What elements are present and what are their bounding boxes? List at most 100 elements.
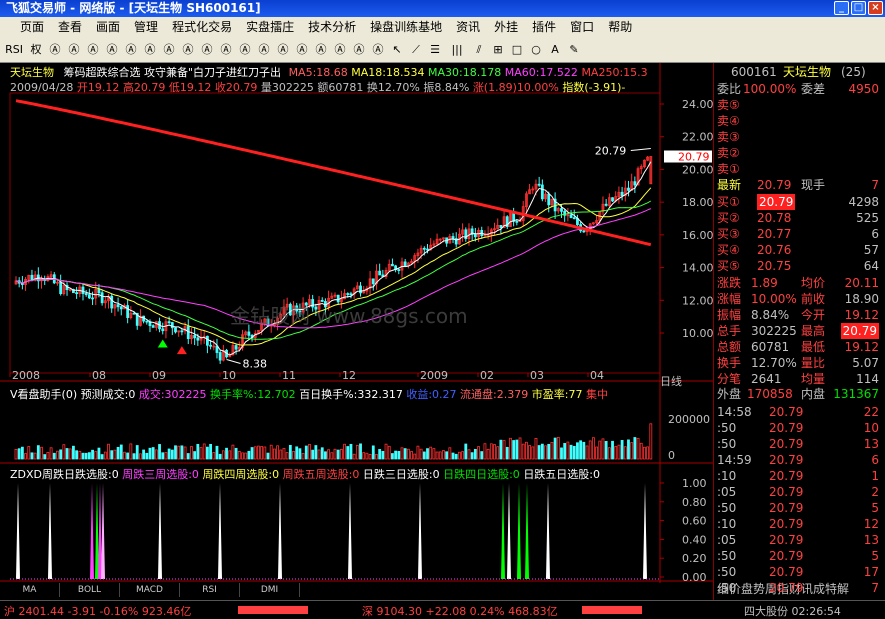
stat-value: 60781 — [751, 340, 790, 354]
menu-item-5[interactable]: 实盘擂庄 — [239, 17, 301, 37]
day-date: 2009/04/28 — [10, 81, 74, 94]
volume-bar — [553, 437, 557, 460]
toolbar-button-3[interactable]: Ⓐ — [66, 41, 82, 59]
tab-ma[interactable]: MA — [0, 583, 60, 597]
toolbar-button-0[interactable]: RSI — [3, 41, 25, 59]
volume-bar — [237, 450, 241, 460]
volume-bar — [416, 445, 420, 460]
stat-value: 20.79 — [840, 323, 879, 339]
candle-body — [84, 293, 88, 296]
volume-bar — [244, 452, 248, 460]
outer-label: 外盘 — [717, 387, 742, 401]
tab-macd[interactable]: MACD — [120, 583, 180, 597]
toolbar-button-2[interactable]: Ⓐ — [47, 41, 63, 59]
toolbar-button-25[interactable]: ⊞ — [490, 41, 506, 59]
volume-bar — [445, 451, 449, 460]
kline-chart[interactable]: 24.00 22.00 20.00 18.00 16.00 14.00 12.00 10.00… — [0, 63, 714, 600]
toolbar-button-10[interactable]: Ⓐ — [199, 41, 215, 59]
minimize-button[interactable]: _ — [834, 1, 849, 15]
zdxd-header: ZDXD周跌日跌选股:0 周跌三周选股:0 周跌四周选股:0 周跌五周选股:0 … — [10, 466, 600, 482]
volume-bar — [623, 446, 627, 460]
volume-bar — [378, 449, 382, 460]
toolbar-button-22[interactable]: ☰ — [427, 41, 443, 59]
volume-bar — [231, 444, 235, 460]
toolbar-button-24[interactable]: ⫽ — [471, 41, 487, 59]
toolbar-button-27[interactable]: ○ — [528, 41, 544, 59]
close-button[interactable]: × — [868, 1, 883, 15]
volume-bar — [505, 446, 509, 460]
zdxd-spike — [218, 483, 222, 579]
stat-value: 18.90 — [844, 292, 879, 306]
volume-bar — [129, 443, 133, 460]
toolbar-button-26[interactable]: □ — [509, 41, 525, 59]
tab-dmi[interactable]: DMI — [240, 583, 300, 597]
toolbar-button-4[interactable]: Ⓐ — [85, 41, 101, 59]
toolbar-button-5[interactable]: Ⓐ — [104, 41, 120, 59]
candle-body — [499, 224, 503, 228]
stat-value: 20.11 — [844, 276, 879, 290]
menu-item-6[interactable]: 技术分析 — [301, 17, 363, 37]
menu-item-4[interactable]: 程式化交易 — [165, 17, 239, 37]
candle-body — [537, 183, 541, 186]
volume-bar — [521, 443, 525, 460]
period-label: 日线 — [660, 375, 682, 388]
price-axis-label: 12.00 — [682, 294, 713, 307]
buy-vol: 57 — [863, 243, 879, 257]
toolbar-button-14[interactable]: Ⓐ — [275, 41, 291, 59]
menu-item-1[interactable]: 查看 — [51, 17, 89, 37]
volume-bar — [438, 451, 442, 460]
menu-item-3[interactable]: 管理 — [127, 17, 165, 37]
volume-bar — [601, 438, 605, 460]
volume-bar — [139, 453, 142, 460]
toolbar-button-28[interactable]: A — [547, 41, 563, 59]
toolbar-button-29[interactable]: ✎ — [566, 41, 582, 59]
candle-body — [30, 274, 34, 281]
volume-bar — [167, 448, 171, 460]
toolbar-button-6[interactable]: Ⓐ — [123, 41, 139, 59]
zdxd-axis-label: 1.00 — [682, 477, 707, 490]
toolbar-button-23[interactable]: ||| — [446, 41, 468, 59]
ma30-value: MA30:18.178 — [428, 66, 502, 79]
toolbar-button-8[interactable]: Ⓐ — [161, 41, 177, 59]
menu-item-12[interactable]: 帮助 — [601, 17, 639, 37]
volume-bar — [413, 453, 417, 460]
toolbar-button-13[interactable]: Ⓐ — [256, 41, 272, 59]
zdxd-t3: 周跌五周选股:0 — [282, 468, 360, 481]
volume-bar — [180, 445, 184, 460]
tab-boll[interactable]: BOLL — [60, 583, 120, 597]
toolbar-button-20[interactable]: ↖ — [389, 41, 405, 59]
toolbar-button-1[interactable]: 权 — [28, 41, 44, 59]
tab-rsi[interactable]: RSI — [180, 583, 240, 597]
toolbar-button-9[interactable]: Ⓐ — [180, 41, 196, 59]
menu-item-2[interactable]: 画面 — [89, 17, 127, 37]
toolbar-button-12[interactable]: Ⓐ — [237, 41, 253, 59]
zdxd-axis-label: 0.80 — [682, 496, 707, 509]
toolbar-button-18[interactable]: Ⓐ — [351, 41, 367, 59]
maximize-button[interactable]: □ — [851, 1, 866, 15]
toolbar-button-17[interactable]: Ⓐ — [332, 41, 348, 59]
tick-price: 20.79 — [769, 485, 804, 499]
menu-item-9[interactable]: 外挂 — [487, 17, 525, 37]
menu-item-10[interactable]: 插件 — [525, 17, 563, 37]
chart-area[interactable]: 24.00 22.00 20.00 18.00 16.00 14.00 12.00 10.00… — [0, 63, 714, 600]
menu-item-8[interactable]: 资讯 — [449, 17, 487, 37]
panel-header: 600161 天坛生物 (25) — [717, 64, 883, 80]
menu-item-7[interactable]: 操盘训练基地 — [363, 17, 449, 37]
tick-time: :50 — [717, 565, 737, 579]
zdxd-spike — [278, 483, 282, 579]
volume-bar — [84, 452, 88, 460]
menu-item-11[interactable]: 窗口 — [563, 17, 601, 37]
toolbar-button-11[interactable]: Ⓐ — [218, 41, 234, 59]
tick-price: 20.79 — [769, 469, 804, 483]
low-label: 8.38 — [243, 357, 267, 370]
toolbar-button-7[interactable]: Ⓐ — [142, 41, 158, 59]
candle-body — [611, 197, 614, 202]
tick-vol: 10 — [863, 421, 879, 435]
toolbar-button-21[interactable]: ⟋ — [408, 41, 424, 59]
toolbar-button-16[interactable]: Ⓐ — [313, 41, 329, 59]
x-axis-label: 09 — [152, 369, 166, 382]
menu-item-0[interactable]: 页面 — [2, 17, 51, 37]
toolbar-button-19[interactable]: Ⓐ — [370, 41, 386, 59]
xianshou-value: 7 — [871, 178, 879, 192]
toolbar-button-15[interactable]: Ⓐ — [294, 41, 310, 59]
